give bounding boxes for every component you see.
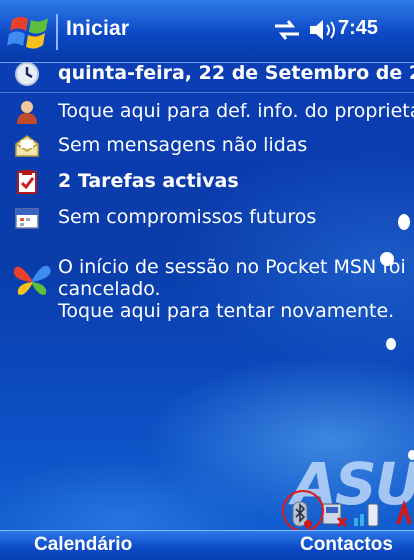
calendar-icon: [15, 208, 39, 229]
calendar-softkey[interactable]: Calendário: [34, 534, 132, 556]
calendar-row[interactable]: Sem compromissos futuros: [0, 198, 414, 238]
clock-icon: [15, 62, 39, 86]
tasks-row[interactable]: 2 Tarefas activas: [0, 162, 414, 202]
today-screen: ASUS Iniciar 7:45: [0, 0, 414, 560]
callout-highlight: [282, 490, 324, 532]
msn-notice[interactable]: O início de sessão no Pocket MSN foi can…: [58, 256, 406, 322]
title-separator: [56, 14, 58, 50]
tasks-text: 2 Tarefas activas: [58, 170, 239, 192]
msn-line: cancelado.: [58, 278, 161, 300]
start-button[interactable]: [6, 10, 54, 54]
owner-text: Toque aqui para def. info. do proprietár…: [58, 100, 414, 122]
msn-butterfly-icon: [13, 265, 51, 295]
water-drop: [386, 338, 396, 350]
windows-flag-icon: [7, 16, 48, 49]
page-title: Iniciar: [66, 17, 130, 40]
phone-signal-icon[interactable]: [352, 500, 382, 530]
activesync-icon[interactable]: [394, 500, 414, 530]
date-text: quinta-feira, 22 de Setembro de 2005: [58, 62, 414, 84]
contacts-softkey[interactable]: Contactos: [300, 534, 393, 556]
task-checklist-icon: [17, 170, 37, 194]
msn-line: O início de sessão no Pocket MSN foi: [58, 256, 406, 278]
volume-icon[interactable]: [306, 16, 338, 44]
owner-icon: [17, 101, 37, 124]
messages-text: Sem mensagens não lidas: [58, 134, 308, 156]
wireless-manager-icon[interactable]: [320, 500, 350, 530]
date-row[interactable]: quinta-feira, 22 de Setembro de 2005: [0, 54, 414, 94]
messages-row[interactable]: Sem mensagens não lidas: [0, 126, 414, 166]
softkey-bar: Calendário Contactos: [0, 530, 414, 560]
msn-retry-line: Toque aqui para tentar novamente.: [58, 300, 395, 322]
appointments-text: Sem compromissos futuros: [58, 206, 317, 228]
connectivity-icon[interactable]: [272, 16, 302, 44]
envelope-icon: [15, 135, 39, 157]
clock[interactable]: 7:45: [338, 17, 378, 40]
